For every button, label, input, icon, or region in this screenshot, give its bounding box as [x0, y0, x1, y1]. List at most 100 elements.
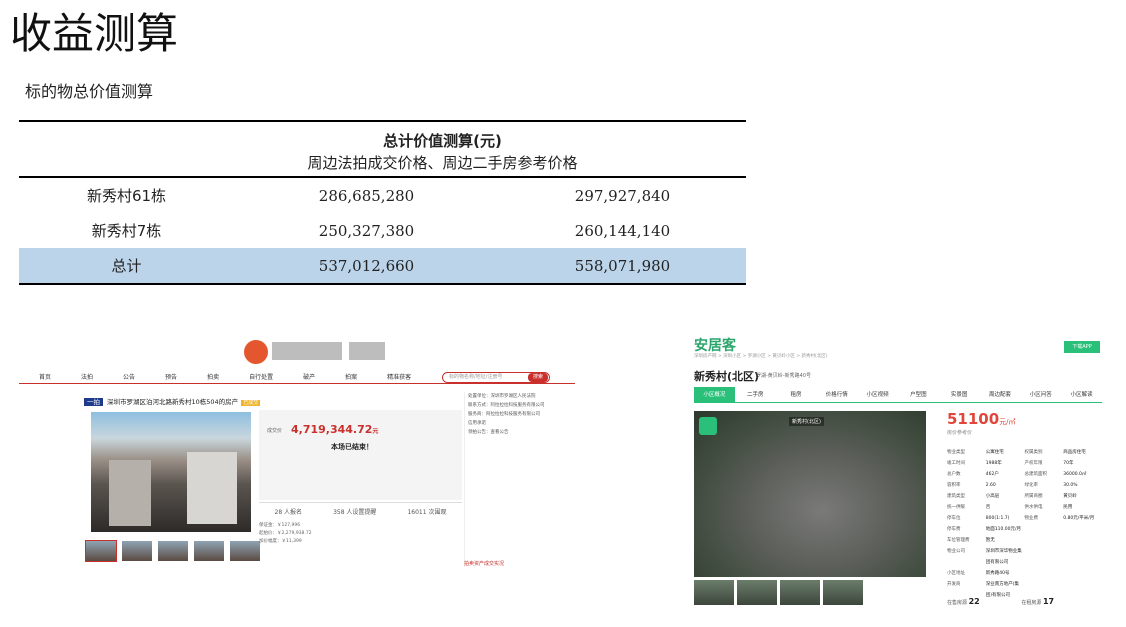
- info-label: [1025, 568, 1064, 579]
- tab-analysis[interactable]: 小区解读: [1061, 387, 1102, 402]
- breadcrumb[interactable]: 深圳房产网 > 深圳小区 > 罗湖小区 > 黄贝岭小区 > 新秀村(北区): [694, 353, 828, 359]
- info-value: 公寓住宅: [985, 450, 1004, 455]
- nav-item[interactable]: 预告: [165, 372, 177, 381]
- download-app-button[interactable]: 下载APP: [1064, 341, 1100, 353]
- thumbnail[interactable]: [194, 541, 224, 561]
- info-label: 供水供电: [1024, 505, 1043, 510]
- info-value: 民用: [1063, 505, 1073, 510]
- info-row: 容积率 2.60 绿化率 30.0%: [947, 480, 1102, 491]
- row-auction-value: 286,685,280: [318, 186, 415, 205]
- search-button[interactable]: 搜索: [528, 373, 548, 382]
- row-secondhand-value: 260,144,140: [574, 221, 671, 240]
- row-name: 新秀村7栋: [91, 222, 162, 240]
- auction-item-title: 一拍 深圳市罗湖区泊河北路新秀村10栋504的房产 已成交: [84, 396, 261, 406]
- community-tabs: 小区概况 二手房 租房 价格行情 小区视频 户型图 实景图 周边配套 小区问答 …: [694, 387, 1102, 403]
- auction-screenshot: 首页 法拍 公告 预告 拍卖 自行处置 破产 拍案 精准获客 标的物名称/地址/…: [19, 330, 575, 580]
- aerial-label: 新秀村(北区): [789, 417, 824, 426]
- stat-signups: 28 人报名: [274, 509, 303, 516]
- for-sale-count[interactable]: 22: [969, 597, 980, 606]
- blurred-site-name: [349, 342, 385, 360]
- info-row: 物业类型 公寓住宅 权属类别 商品房住宅: [947, 447, 1102, 458]
- thumbnail[interactable]: [230, 541, 260, 561]
- info-row: 小区地址 新秀路40号: [947, 568, 1102, 579]
- tab-secondhand[interactable]: 二手房: [735, 387, 776, 402]
- photo-detail: [187, 452, 237, 524]
- info-label: 物业类型: [947, 450, 965, 455]
- info-value: 462户: [985, 472, 999, 477]
- info-value: 新秀路40号: [985, 571, 1010, 576]
- info-row: 统一供暖 否 供水供电 民用: [947, 502, 1102, 513]
- tab-floorplan[interactable]: 户型图: [898, 387, 939, 402]
- table-header-title: 总计价值测算(元): [383, 132, 502, 150]
- info-label: 所属商圈: [1024, 494, 1043, 499]
- price-note: 房价参考价: [947, 430, 973, 436]
- nav-item[interactable]: 公告: [123, 372, 135, 381]
- info-label: 停车位: [947, 516, 961, 521]
- table-row: 新秀村7栋 250,327,380 260,144,140: [19, 213, 746, 248]
- info-value: 黄贝岭: [1063, 494, 1077, 499]
- row-name: 新秀村61栋: [86, 187, 167, 205]
- thumbnail[interactable]: [122, 541, 152, 561]
- for-sale-label: 在售房源: [947, 600, 968, 606]
- side-line: 信用承诺: [468, 421, 486, 426]
- thumbnail[interactable]: [85, 540, 117, 562]
- nav-item[interactable]: 拍卖: [207, 372, 219, 381]
- info-value: 36000.0㎡: [1063, 472, 1087, 477]
- info-label: 物业公司: [947, 549, 965, 554]
- info-value: 暂无: [985, 538, 995, 543]
- info-value: [1063, 546, 1102, 568]
- nav-item[interactable]: 自行处置: [249, 372, 273, 381]
- side-line[interactable]: 领拍公告：查看公告: [468, 428, 554, 437]
- detail-line: 起拍价：￥2,279,938.72: [259, 531, 312, 536]
- aerial-photo[interactable]: 新秀村(北区): [694, 411, 926, 577]
- nav-item[interactable]: 拍案: [345, 372, 357, 381]
- tab-photos[interactable]: 实景图: [939, 387, 980, 402]
- total-auction-value: 537,012,660: [318, 256, 415, 275]
- community-address: 罗湖-黄贝岭-新秀路40号: [756, 373, 811, 379]
- info-row: 停车费 地面110.00元/月: [947, 524, 1102, 535]
- auction-round-badge: 一拍: [84, 398, 103, 406]
- tab-nearby[interactable]: 周边配套: [980, 387, 1021, 402]
- table-header: 总计价值测算(元) 周边法拍成交价格、周边二手房参考价格: [19, 122, 746, 178]
- map-pin-icon[interactable]: [699, 417, 717, 435]
- thumbnail[interactable]: [694, 580, 734, 605]
- tab-price[interactable]: 价格行情: [816, 387, 857, 402]
- property-photo: [91, 412, 251, 532]
- info-value: 地面110.00元/月: [985, 527, 1022, 532]
- page-subtitle: 标的物总价值测算: [25, 82, 154, 101]
- nav-item[interactable]: 精准获客: [387, 372, 411, 381]
- table-row: 新秀村61栋 286,685,280 297,927,840: [19, 178, 746, 213]
- info-label: 绿化率: [1024, 483, 1039, 488]
- tab-video[interactable]: 小区视频: [857, 387, 898, 402]
- listing-counts: 在售房源 22 在租房源 17: [947, 597, 1054, 606]
- anjuke-screenshot: 安居客 下载APP 深圳房产网 > 深圳小区 > 罗湖小区 > 黄贝岭小区 > …: [690, 335, 1105, 615]
- info-value: 商品房住宅: [1063, 450, 1086, 455]
- nav-item[interactable]: 首页: [39, 372, 51, 381]
- table-total-row: 总计 537,012,660 558,071,980: [19, 248, 746, 283]
- thumbnail[interactable]: [780, 580, 820, 605]
- for-rent-count[interactable]: 17: [1043, 597, 1054, 606]
- info-label: 物业费: [1024, 516, 1039, 521]
- auction-footer-link[interactable]: 拍卖资产成交实况: [464, 560, 504, 567]
- anjuke-logo[interactable]: 安居客: [694, 335, 736, 355]
- tab-overview[interactable]: 小区概况: [694, 387, 735, 402]
- tab-qa[interactable]: 小区问答: [1020, 387, 1061, 402]
- thumbnail[interactable]: [737, 580, 777, 605]
- tab-rent[interactable]: 租房: [776, 387, 817, 402]
- info-value: 70年: [1063, 461, 1074, 466]
- info-value: [1063, 568, 1102, 579]
- nav-item[interactable]: 破产: [303, 372, 315, 381]
- info-label: 容积率: [947, 483, 961, 488]
- thumbnail[interactable]: [823, 580, 863, 605]
- info-label: 统一供暖: [947, 505, 965, 510]
- table-header-subtitle: 周边法拍成交价格、周边二手房参考价格: [307, 154, 578, 172]
- info-label: 车位管理费: [947, 538, 970, 543]
- total-secondhand-value: 558,071,980: [574, 256, 671, 275]
- thumbnail[interactable]: [158, 541, 188, 561]
- stat-views: 16011 次围观: [407, 509, 447, 516]
- nav-item[interactable]: 法拍: [81, 372, 93, 381]
- info-value: 0.80元/平米/月: [1063, 516, 1095, 521]
- stat-reminders: 358 人设置提醒: [333, 509, 377, 516]
- auction-details: 保证金：￥127,996 起拍价：￥2,279,938.72 加价幅度：￥11,…: [259, 522, 462, 552]
- page-title: 收益测算: [10, 9, 179, 58]
